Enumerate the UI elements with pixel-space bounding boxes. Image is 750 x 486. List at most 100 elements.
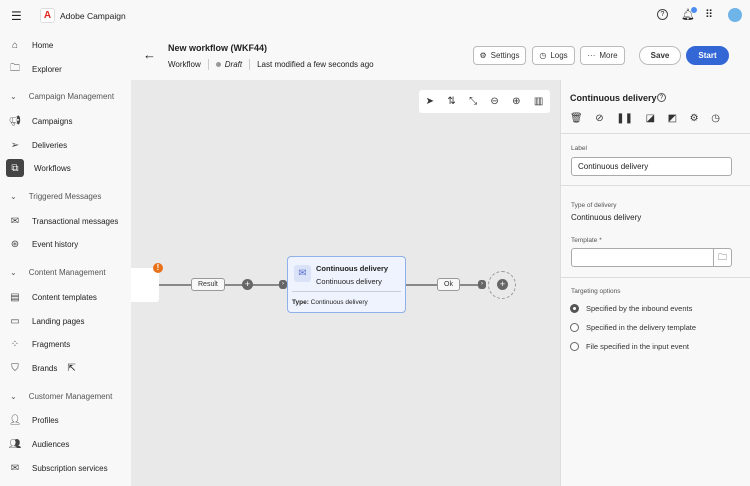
- radio-input-event-file[interactable]: File specified in the input event: [570, 342, 689, 351]
- sidebar-item-deliveries[interactable]: ➢ Deliveries: [8, 136, 67, 154]
- pointer-icon[interactable]: ➤: [426, 96, 434, 107]
- collapse-icon[interactable]: ⤡: [469, 96, 477, 107]
- label: More: [599, 51, 618, 60]
- label: Specified in the delivery template: [586, 323, 697, 332]
- section-triggered-messages[interactable]: ⌄ Triggered Messages: [10, 192, 101, 201]
- section-content-management[interactable]: ⌄ Content Management: [10, 268, 106, 277]
- sidebar-item-profiles[interactable]: 👤︎ Profiles: [8, 411, 59, 429]
- menu-icon[interactable]: ☰: [11, 9, 22, 23]
- radio-unselected[interactable]: [570, 323, 579, 332]
- workflow-type: Workflow: [168, 60, 201, 69]
- reorder-icon[interactable]: ⇅: [447, 96, 455, 107]
- copy-icon[interactable]: ◪: [646, 113, 655, 124]
- status-badge: Draft: [224, 60, 243, 69]
- label: Settings: [490, 51, 520, 60]
- sidebar-item-home[interactable]: ⌂ Home: [8, 36, 53, 54]
- top-bar: ☰ A Adobe Campaign ? 🔔︎ ⠿: [0, 0, 750, 32]
- label-input[interactable]: Continuous delivery: [571, 157, 732, 176]
- zoom-in-icon[interactable]: ⊕: [512, 96, 520, 107]
- add-activity-icon[interactable]: +: [497, 279, 508, 290]
- sidebar-item-brands[interactable]: ⛉ Brands ⇱: [8, 359, 76, 377]
- section-campaign-management[interactable]: ⌄ Campaign Management: [10, 92, 114, 101]
- section-customer-management[interactable]: ⌄ Customer Management: [10, 392, 112, 401]
- sidebar-item-subscription[interactable]: ✉ Subscription services: [8, 459, 108, 477]
- adobe-logo: A: [40, 8, 55, 23]
- megaphone-icon: 📢︎: [8, 115, 22, 127]
- fragments-icon: ⁘: [10, 338, 20, 350]
- audience-icon: 👥︎: [8, 438, 22, 450]
- delete-icon[interactable]: 🗑︎: [570, 113, 583, 124]
- more-button[interactable]: ··· More: [580, 46, 625, 65]
- template-label: Template: [571, 237, 598, 244]
- type-of-delivery-label: Type of delivery: [571, 202, 617, 209]
- help-icon[interactable]: ?: [657, 9, 668, 20]
- pause-icon[interactable]: ❚❚: [616, 113, 633, 124]
- sidebar-item-landing-pages[interactable]: ▭ Landing pages: [8, 312, 84, 330]
- targeting-label: Targeting options: [571, 288, 621, 295]
- gear-icon: ⚙: [479, 51, 487, 60]
- avatar[interactable]: [728, 8, 742, 22]
- sidebar-item-explorer[interactable]: 🗀 Explorer: [8, 60, 62, 78]
- required-marker: *: [599, 237, 602, 244]
- radio-unselected[interactable]: [570, 342, 579, 351]
- settings-icon[interactable]: ⚙: [690, 113, 699, 124]
- label: Campaigns: [32, 116, 73, 126]
- help-icon[interactable]: ?: [657, 93, 666, 102]
- history-icon[interactable]: ◷: [711, 113, 720, 124]
- radio-selected[interactable]: [570, 304, 579, 313]
- logs-button[interactable]: ◷ Logs: [532, 46, 575, 65]
- more-icon: ···: [587, 51, 596, 60]
- page-title: New workflow (WKF44): [168, 43, 268, 53]
- label: Profiles: [32, 415, 59, 425]
- sidebar-item-event-history[interactable]: ⊛ Event history: [8, 235, 78, 253]
- open-icon[interactable]: ◩: [668, 113, 677, 124]
- label: Event history: [32, 239, 79, 249]
- divider: [292, 291, 401, 292]
- user-icon: 👤︎: [8, 414, 22, 426]
- label: Home: [32, 40, 54, 50]
- radio-inbound-events[interactable]: Specified by the inbound events: [570, 304, 692, 313]
- label: Triggered Messages: [28, 192, 102, 201]
- back-arrow-icon[interactable]: ←: [143, 47, 156, 62]
- add-activity-icon[interactable]: +: [242, 279, 253, 290]
- save-button[interactable]: Save: [639, 46, 681, 65]
- label: Transactional messages: [32, 216, 119, 226]
- warning-icon: !: [153, 263, 163, 273]
- app-title: Adobe Campaign: [60, 11, 126, 21]
- event-icon: ⊛: [10, 238, 20, 250]
- previous-activity-node[interactable]: [131, 268, 159, 302]
- divider: [561, 133, 750, 134]
- sidebar-item-content-templates[interactable]: ▤ Content templates: [8, 288, 97, 306]
- home-icon: ⌂: [11, 39, 19, 51]
- message-icon: ✉: [10, 215, 20, 227]
- template-picker-button[interactable]: 🗀: [713, 248, 732, 267]
- node-subtitle: Continuous delivery: [316, 277, 382, 286]
- sidebar-item-audiences[interactable]: 👥︎ Audiences: [8, 435, 70, 453]
- label: Content Management: [28, 268, 106, 277]
- continuous-delivery-node[interactable]: ✉ Continuous delivery Continuous deliver…: [287, 256, 406, 313]
- label: Customer Management: [28, 392, 113, 401]
- status-dot: [215, 62, 221, 67]
- workflow-meta: Workflow Draft Last modified a few secon…: [168, 59, 374, 70]
- output-port-icon: ›: [478, 280, 486, 289]
- settings-button[interactable]: ⚙ Settings: [473, 46, 526, 65]
- label: Campaign Management: [28, 92, 115, 101]
- workflow-canvas[interactable]: ➤ ⇅ ⤡ ⊖ ⊕ ▥ ! Result + › ✉ Continuous de…: [131, 80, 560, 486]
- sidebar-item-workflows[interactable]: ⧉ Workflows: [6, 159, 71, 177]
- subscription-icon: ✉: [10, 462, 20, 474]
- zoom-out-icon[interactable]: ⊖: [490, 96, 498, 107]
- sidebar-item-fragments[interactable]: ⁘ Fragments: [8, 335, 70, 353]
- sidebar-item-transactional[interactable]: ✉ Transactional messages: [8, 212, 119, 230]
- map-icon[interactable]: ▥: [534, 96, 543, 107]
- type-of-delivery-value: Continuous delivery: [571, 213, 642, 222]
- history-icon: ◷: [539, 51, 547, 60]
- start-button[interactable]: Start: [686, 46, 729, 65]
- activity-toolbar: 🗑︎ ⊘ ❚❚ ◪ ◩ ⚙ ◷: [570, 113, 720, 124]
- apps-icon[interactable]: ⠿: [705, 8, 713, 21]
- radio-delivery-template[interactable]: Specified in the delivery template: [570, 323, 696, 332]
- panel-title: Continuous delivery: [570, 93, 657, 103]
- template-input[interactable]: [571, 248, 714, 267]
- disable-icon[interactable]: ⊘: [595, 113, 603, 124]
- sidebar-item-campaigns[interactable]: 📢︎ Campaigns: [8, 112, 73, 130]
- last-modified: Last modified a few seconds ago: [257, 60, 374, 69]
